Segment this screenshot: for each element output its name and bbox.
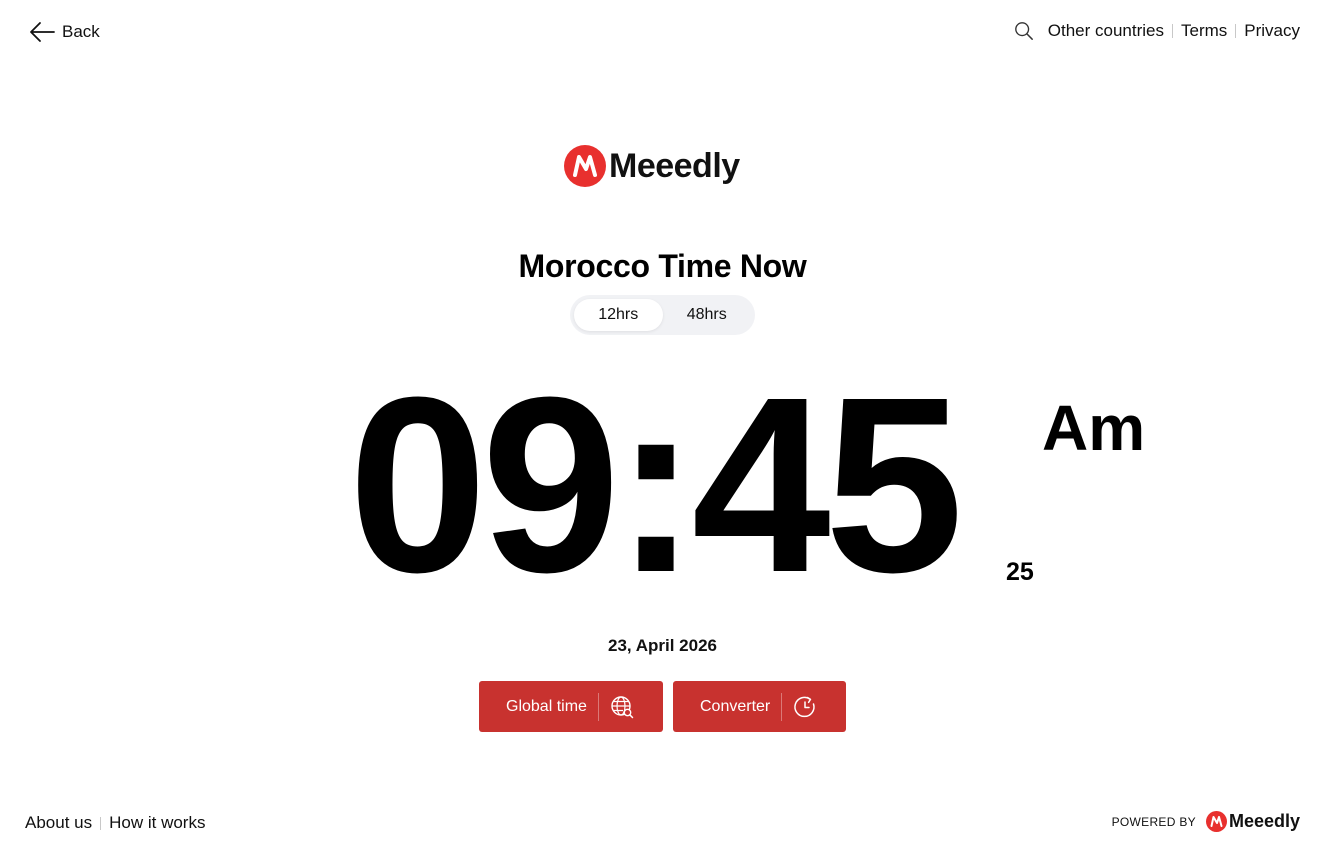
- clock-refresh-icon: [794, 696, 815, 717]
- brand-mark-icon: [1205, 811, 1227, 832]
- nav-divider: [1171, 24, 1173, 38]
- current-date: 23, April 2026: [608, 636, 717, 655]
- back-link[interactable]: Back: [28, 20, 100, 44]
- arrow-left-icon: [30, 22, 55, 42]
- globe-search-icon: [611, 695, 634, 718]
- clock-period: Am: [1042, 392, 1146, 464]
- converter-label: Converter: [700, 697, 771, 715]
- top-nav: Other countries Terms Privacy: [1014, 20, 1300, 42]
- toggle-12hrs[interactable]: 12hrs: [574, 299, 663, 331]
- powered-by-label: POWERED BY: [1111, 814, 1196, 829]
- brand-name: Meeedly: [609, 146, 740, 185]
- button-divider: [597, 692, 599, 721]
- powered-by: POWERED BY Meeedly: [1112, 811, 1300, 832]
- toggle-48hrs[interactable]: 48hrs: [663, 299, 752, 331]
- nav-privacy[interactable]: Privacy: [1244, 21, 1300, 41]
- footer-divider: [100, 816, 102, 830]
- footer-how-it-works[interactable]: How it works: [109, 813, 205, 833]
- format-toggle: 12hrs 48hrs: [570, 295, 755, 335]
- brand-logo: Meeedly: [564, 145, 740, 187]
- global-time-button[interactable]: Global time: [479, 681, 663, 732]
- back-label: Back: [62, 22, 100, 41]
- clock-time: 09:45: [348, 345, 963, 624]
- page: Back Other countries Terms Privacy Meeed…: [0, 0, 1325, 848]
- powered-by-brand: Meeedly: [1228, 811, 1300, 831]
- clock-seconds: 25: [1006, 558, 1034, 586]
- footer-about-us[interactable]: About us: [25, 813, 92, 833]
- button-divider: [781, 692, 783, 721]
- brand-mark-icon: [564, 145, 606, 187]
- nav-other-countries[interactable]: Other countries: [1048, 21, 1164, 41]
- search-icon[interactable]: [1014, 20, 1036, 42]
- nav-divider: [1235, 24, 1237, 38]
- page-title: Morocco Time Now: [518, 248, 807, 284]
- footer-nav: About us How it works: [25, 813, 205, 833]
- global-time-label: Global time: [506, 697, 587, 715]
- converter-button[interactable]: Converter: [673, 681, 846, 732]
- nav-terms[interactable]: Terms: [1181, 21, 1227, 41]
